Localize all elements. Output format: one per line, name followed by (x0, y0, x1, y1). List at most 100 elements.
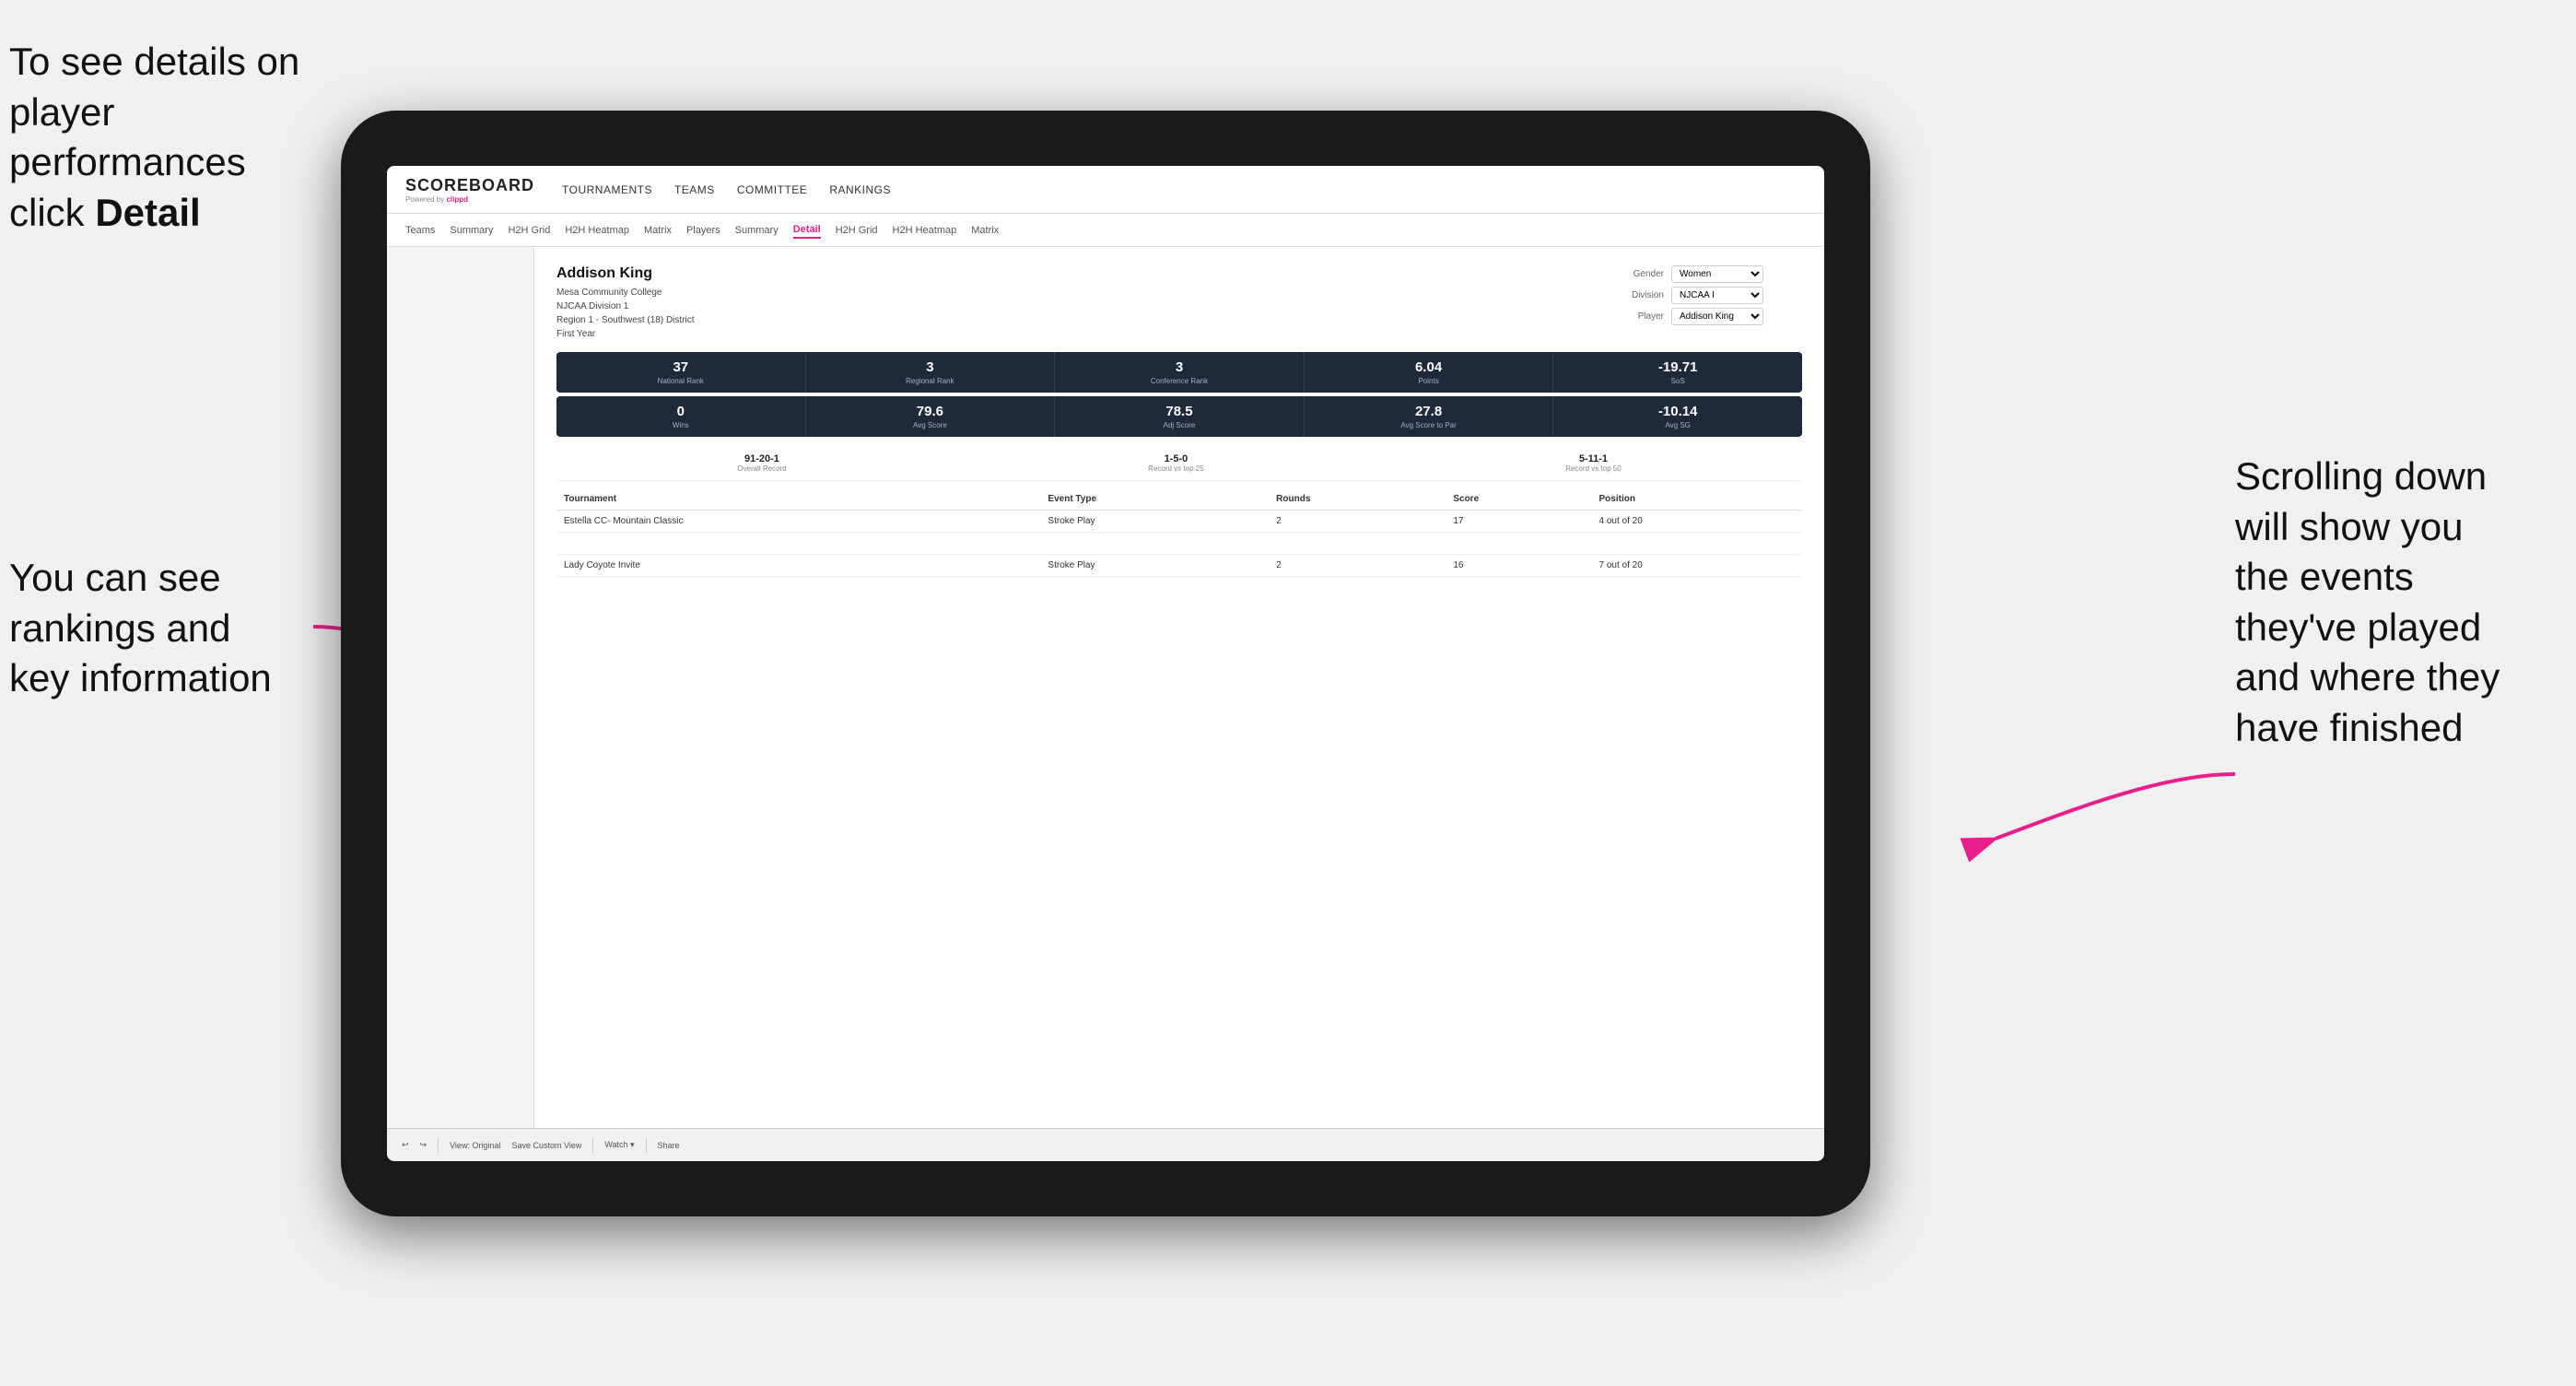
logo-powered: Powered by clippd (405, 195, 534, 204)
stat-value-avg-sg: -10.14 (1559, 404, 1797, 419)
arrow-to-tournaments (1940, 737, 2263, 866)
player-year: First Year (556, 327, 695, 341)
subnav-h2h-heatmap2[interactable]: H2H Heatmap (893, 223, 957, 238)
stat-sos: -19.71 SoS (1553, 352, 1802, 393)
subnav-h2h-grid2[interactable]: H2H Grid (836, 223, 878, 238)
division-select[interactable]: NJCAA I (1671, 287, 1763, 304)
subnav-summary[interactable]: Summary (450, 223, 493, 238)
subnav-teams[interactable]: Teams (405, 223, 435, 238)
cell-position-1: 4 out of 20 (1592, 511, 1803, 533)
annotation-r3: the events (2235, 555, 2414, 598)
subnav-h2h-heatmap[interactable]: H2H Heatmap (565, 223, 629, 238)
stat-adj-score: 78.5 Adj Score (1055, 396, 1305, 437)
toolbar-view-original[interactable]: View: Original (450, 1141, 500, 1150)
player-division: NJCAA Division 1 (556, 300, 695, 313)
subnav-players[interactable]: Players (686, 223, 720, 238)
annotation-bl2: rankings and (9, 606, 231, 650)
player-label: Player (1618, 311, 1664, 322)
nav-tournaments[interactable]: TOURNAMENTS (562, 180, 652, 200)
main-content: Addison King Mesa Community College NJCA… (387, 247, 1824, 1128)
player-selectors: Gender Women Division NJCAA I (1618, 265, 1802, 341)
player-college: Mesa Community College (556, 286, 695, 300)
annotation-r1: Scrolling down (2235, 454, 2487, 498)
cell-tournament-1: Estella CC- Mountain Classic (556, 511, 1040, 533)
record-top25: 1-5-0 Record vs top 25 (1148, 453, 1203, 473)
stat-avg-score: 79.6 Avg Score (806, 396, 1056, 437)
gender-select[interactable]: Women (1671, 265, 1763, 283)
toolbar-watch[interactable]: Watch ▾ (604, 1140, 634, 1150)
nav-teams[interactable]: TEAMS (674, 180, 715, 200)
left-panel (387, 247, 534, 1128)
table-row[interactable]: Estella CC- Mountain Classic Stroke Play… (556, 511, 1802, 533)
stat-label-points: Points (1310, 377, 1548, 385)
annotation-r2: will show you (2235, 505, 2463, 548)
records-row: 91-20-1 Overall Record 1-5-0 Record vs t… (556, 446, 1802, 481)
stat-value-avg-score: 79.6 (812, 404, 1049, 419)
stat-value-wins: 0 (562, 404, 800, 419)
annotation-right: Scrolling down will show you the events … (2235, 452, 2567, 754)
cell-score-1: 17 (1446, 511, 1591, 533)
record-value-overall: 91-20-1 (737, 453, 786, 464)
table-row[interactable] (556, 533, 1802, 555)
app-header: SCOREBOARD Powered by clippd TOURNAMENTS… (387, 166, 1824, 214)
tablet-device: SCOREBOARD Powered by clippd TOURNAMENTS… (341, 111, 1870, 1216)
subnav-matrix2[interactable]: Matrix (971, 223, 999, 238)
division-selector-row: Division NJCAA I (1618, 287, 1802, 304)
record-top50: 5-11-1 Record vs top 50 (1565, 453, 1621, 473)
stat-label-avg-score: Avg Score (812, 421, 1049, 429)
subnav-detail[interactable]: Detail (793, 222, 821, 239)
logo-area: SCOREBOARD Powered by clippd (405, 176, 534, 204)
tablet-screen: SCOREBOARD Powered by clippd TOURNAMENTS… (387, 166, 1824, 1161)
stat-label-wins: Wins (562, 421, 800, 429)
annotation-bold: Detail (95, 191, 200, 234)
nav-committee[interactable]: COMMITTEE (737, 180, 808, 200)
subnav-matrix[interactable]: Matrix (644, 223, 672, 238)
table-row[interactable]: Lady Coyote Invite Stroke Play 2 16 7 ou… (556, 555, 1802, 577)
toolbar-sep1 (438, 1138, 439, 1153)
col-position: Position (1592, 488, 1803, 511)
col-event-type: Event Type (1040, 488, 1269, 511)
cell-tournament-3: Lady Coyote Invite (556, 555, 1040, 577)
stat-label-conference-rank: Conference Rank (1060, 377, 1298, 385)
stat-conference-rank: 3 Conference Rank (1055, 352, 1305, 393)
toolbar-share[interactable]: Share (658, 1141, 680, 1150)
stats-row1: 37 National Rank 3 Regional Rank 3 Confe… (556, 352, 1802, 393)
record-label-overall: Overall Record (737, 464, 786, 473)
stat-regional-rank: 3 Regional Rank (806, 352, 1056, 393)
stat-label-avg-sg: Avg SG (1559, 421, 1797, 429)
stat-value-sos: -19.71 (1559, 359, 1797, 375)
cell-rounds-3: 2 (1269, 555, 1446, 577)
toolbar-redo[interactable]: ↪ (420, 1140, 427, 1150)
cell-empty (556, 533, 1802, 555)
player-select[interactable]: Addison King (1671, 308, 1763, 325)
annotation-r4: they've played (2235, 605, 2481, 649)
tournament-table: Tournament Event Type Rounds Score Posit… (556, 488, 1802, 577)
nav-rankings[interactable]: RANKINGS (829, 180, 891, 200)
right-content: Addison King Mesa Community College NJCA… (534, 247, 1824, 1128)
stat-avg-score-par: 27.8 Avg Score to Par (1305, 396, 1554, 437)
annotation-r5: and where they (2235, 655, 2500, 699)
stat-points: 6.04 Points (1305, 352, 1554, 393)
subnav-summary2[interactable]: Summary (735, 223, 779, 238)
sub-nav: Teams Summary H2H Grid H2H Heatmap Matri… (387, 214, 1824, 247)
toolbar-undo[interactable]: ↩ (402, 1140, 409, 1150)
record-overall: 91-20-1 Overall Record (737, 453, 786, 473)
gender-label: Gender (1618, 269, 1664, 279)
subnav-h2h-grid[interactable]: H2H Grid (508, 223, 550, 238)
record-label-top25: Record vs top 25 (1148, 464, 1203, 473)
toolbar-save-custom[interactable]: Save Custom View (511, 1141, 581, 1150)
bottom-toolbar: ↩ ↪ View: Original Save Custom View Watc… (387, 1128, 1824, 1161)
record-value-top50: 5-11-1 (1565, 453, 1621, 464)
cell-score-3: 16 (1446, 555, 1591, 577)
stat-label-regional-rank: Regional Rank (812, 377, 1049, 385)
toolbar-sep3 (646, 1138, 647, 1153)
tournament-table-body: Estella CC- Mountain Classic Stroke Play… (556, 511, 1802, 577)
stat-label-national-rank: National Rank (562, 377, 800, 385)
player-selector-row: Player Addison King (1618, 308, 1802, 325)
cell-event-type-3: Stroke Play (1040, 555, 1269, 577)
stat-value-adj-score: 78.5 (1060, 404, 1298, 419)
stat-value-regional-rank: 3 (812, 359, 1049, 375)
stat-label-adj-score: Adj Score (1060, 421, 1298, 429)
cell-event-type-1: Stroke Play (1040, 511, 1269, 533)
cell-position-3: 7 out of 20 (1592, 555, 1803, 577)
